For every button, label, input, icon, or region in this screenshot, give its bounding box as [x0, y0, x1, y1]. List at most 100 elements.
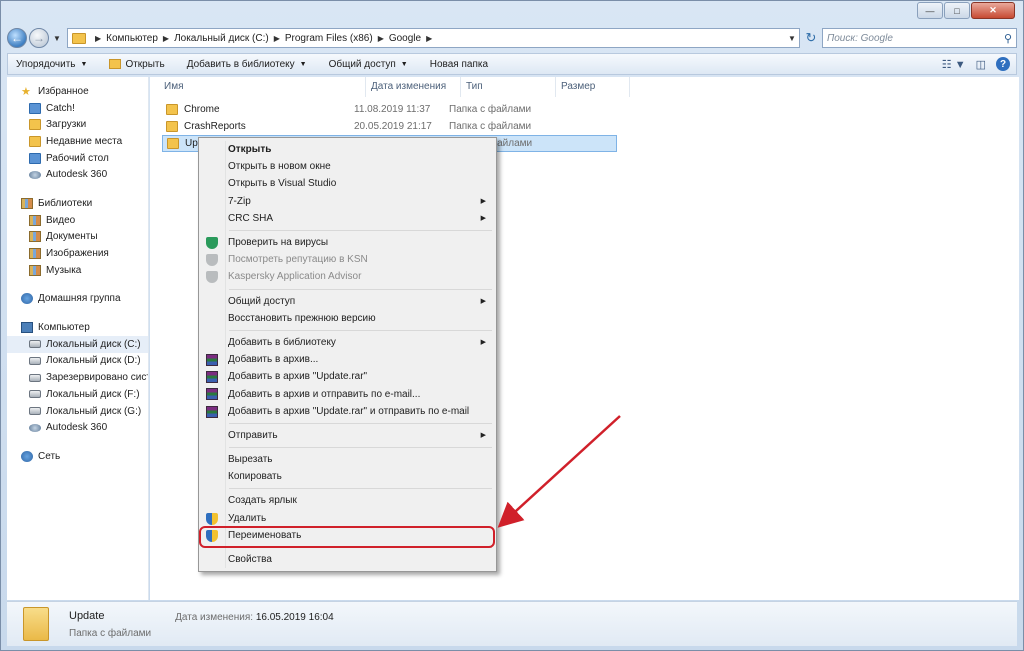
- menu-item-rename[interactable]: Переименовать: [201, 527, 494, 544]
- new-folder-button[interactable]: Новая папка: [430, 59, 488, 70]
- downloads-icon: [29, 119, 41, 131]
- nav-item-drive-g[interactable]: Локальный диск (G:): [7, 403, 148, 420]
- file-name: CrashReports: [184, 121, 246, 132]
- nav-favorites[interactable]: ★ Избранное: [7, 83, 148, 100]
- menu-item-scan-virus[interactable]: Проверить на вирусы: [201, 234, 494, 251]
- close-button[interactable]: ✕: [971, 2, 1015, 19]
- menu-item-copy[interactable]: Копировать: [201, 468, 494, 485]
- share-button[interactable]: Общий доступ ▼: [329, 59, 408, 70]
- nav-label: Сеть: [38, 450, 61, 462]
- file-row[interactable]: CrashReports 20.05.2019 21:17 Папка с фа…: [162, 118, 617, 135]
- libraries-icon: [21, 197, 33, 209]
- chevron-down-icon: ▼: [80, 60, 88, 68]
- nav-item-catch[interactable]: Catch!: [7, 100, 148, 117]
- nav-computer[interactable]: Компьютер: [7, 319, 148, 336]
- column-name[interactable]: Имя: [150, 77, 366, 97]
- menu-item-send-to[interactable]: Отправить ▶: [201, 427, 494, 444]
- menu-item-restore-version[interactable]: Восстановить прежнюю версию: [201, 310, 494, 327]
- refresh-icon[interactable]: ↻: [800, 28, 822, 48]
- music-icon: [29, 264, 41, 276]
- video-icon: [29, 214, 41, 226]
- menu-label: CRC SHA: [228, 212, 274, 224]
- nav-homegroup[interactable]: Домашняя группа: [7, 291, 148, 308]
- nav-item-video[interactable]: Видео: [7, 212, 148, 229]
- chevron-right-icon[interactable]: ▶: [274, 34, 280, 43]
- nav-label: Локальный диск (F:): [46, 388, 140, 400]
- menu-item-add-archive[interactable]: Добавить в архив...: [201, 351, 494, 368]
- nav-item-recent[interactable]: Недавние места: [7, 133, 148, 150]
- drive-icon: [29, 373, 41, 382]
- menu-item-open-new-window[interactable]: Открыть в новом окне: [201, 158, 494, 175]
- nav-item-music[interactable]: Музыка: [7, 262, 148, 279]
- computer-icon: [21, 322, 33, 334]
- menu-item-kaspersky-advisor[interactable]: Kaspersky Application Advisor: [201, 268, 494, 285]
- nav-item-documents[interactable]: Документы: [7, 229, 148, 246]
- nav-item-autodesk-computer[interactable]: Autodesk 360: [7, 419, 148, 436]
- nav-item-pictures[interactable]: Изображения: [7, 245, 148, 262]
- menu-item-create-shortcut[interactable]: Создать ярлык: [201, 492, 494, 509]
- minimize-button[interactable]: —: [917, 2, 943, 19]
- nav-label: Autodesk 360: [46, 422, 108, 434]
- nav-item-desktop[interactable]: Рабочий стол: [7, 150, 148, 167]
- column-date[interactable]: Дата изменения: [366, 77, 461, 97]
- history-dropdown-icon[interactable]: ▼: [51, 34, 63, 43]
- preview-pane-icon[interactable]: ◫: [976, 58, 986, 71]
- breadcrumb-program-files[interactable]: Program Files (x86): [285, 33, 373, 44]
- nav-item-autodesk[interactable]: Autodesk 360: [7, 166, 148, 183]
- nav-label: Рабочий стол: [46, 152, 109, 164]
- chevron-right-icon[interactable]: ▶: [95, 34, 101, 43]
- menu-item-archive-rar-email[interactable]: Добавить в архив "Update.rar" и отправит…: [201, 403, 494, 420]
- drive-icon: [29, 407, 41, 416]
- maximize-button[interactable]: □: [944, 2, 970, 19]
- network-icon: [21, 450, 33, 462]
- chevron-right-icon[interactable]: ▶: [378, 34, 384, 43]
- menu-item-delete[interactable]: Удалить: [201, 510, 494, 527]
- address-dropdown-icon[interactable]: ▼: [785, 34, 799, 43]
- menu-item-7zip[interactable]: 7-Zip ▶: [201, 193, 494, 210]
- nav-item-drive-c[interactable]: Локальный диск (C:): [7, 335, 148, 353]
- menu-item-ksn-reputation[interactable]: Посмотреть репутацию в KSN: [201, 251, 494, 268]
- add-to-library-button[interactable]: Добавить в библиотеку ▼: [187, 59, 307, 70]
- nav-item-reserved[interactable]: Зарезервировано систе: [7, 369, 148, 386]
- column-size[interactable]: Размер: [556, 77, 630, 97]
- search-input[interactable]: Поиск: Google ⚲: [822, 28, 1017, 48]
- breadcrumb-drive-c[interactable]: Локальный диск (C:): [174, 33, 269, 44]
- navigation-pane: ★ Избранное Catch! Загрузки Недавние мес…: [7, 77, 149, 600]
- open-button[interactable]: Открыть: [109, 59, 165, 70]
- breadcrumb-computer[interactable]: Компьютер: [106, 33, 158, 44]
- details-date-label: Дата изменения:: [175, 612, 254, 623]
- menu-item-add-library[interactable]: Добавить в библиотеку ▶: [201, 334, 494, 351]
- view-options-icon[interactable]: ☷ ▼: [942, 58, 966, 71]
- menu-item-open[interactable]: Открыть: [201, 141, 494, 158]
- help-icon[interactable]: ?: [996, 57, 1010, 71]
- winrar-icon: [206, 405, 218, 418]
- catch-icon: [29, 102, 41, 114]
- column-type[interactable]: Тип: [461, 77, 556, 97]
- nav-libraries[interactable]: Библиотеки: [7, 195, 148, 212]
- forward-button[interactable]: →: [29, 28, 49, 48]
- winrar-icon: [206, 388, 218, 401]
- nav-network[interactable]: Сеть: [7, 448, 148, 465]
- libraries-group: Библиотеки Видео Документы Изображения М…: [7, 195, 148, 278]
- breadcrumb-google[interactable]: Google: [389, 33, 421, 44]
- nav-label: Локальный диск (D:): [46, 355, 141, 367]
- address-bar[interactable]: ▶ Компьютер ▶ Локальный диск (C:) ▶ Prog…: [67, 28, 800, 48]
- menu-item-archive-email[interactable]: Добавить в архив и отправить по e-mail..…: [201, 385, 494, 402]
- chevron-right-icon[interactable]: ▶: [426, 34, 432, 43]
- nav-label: Избранное: [38, 85, 89, 97]
- nav-label: Загрузки: [46, 119, 87, 131]
- file-row[interactable]: Chrome 11.08.2019 11:37 Папка с файлами: [162, 101, 617, 118]
- search-icon[interactable]: ⚲: [1004, 32, 1012, 45]
- organize-button[interactable]: Упорядочить ▼: [16, 59, 87, 70]
- menu-item-share[interactable]: Общий доступ ▶: [201, 293, 494, 310]
- chevron-right-icon[interactable]: ▶: [163, 34, 169, 43]
- nav-item-downloads[interactable]: Загрузки: [7, 116, 148, 133]
- menu-item-cut[interactable]: Вырезать: [201, 451, 494, 468]
- menu-item-properties[interactable]: Свойства: [201, 551, 494, 568]
- menu-item-crc-sha[interactable]: CRC SHA ▶: [201, 210, 494, 227]
- menu-item-add-archive-rar[interactable]: Добавить в архив "Update.rar": [201, 368, 494, 385]
- menu-item-open-visual-studio[interactable]: Открыть в Visual Studio: [201, 175, 494, 192]
- nav-item-drive-d[interactable]: Локальный диск (D:): [7, 353, 148, 370]
- back-button[interactable]: ←: [7, 28, 27, 48]
- nav-item-drive-f[interactable]: Локальный диск (F:): [7, 386, 148, 403]
